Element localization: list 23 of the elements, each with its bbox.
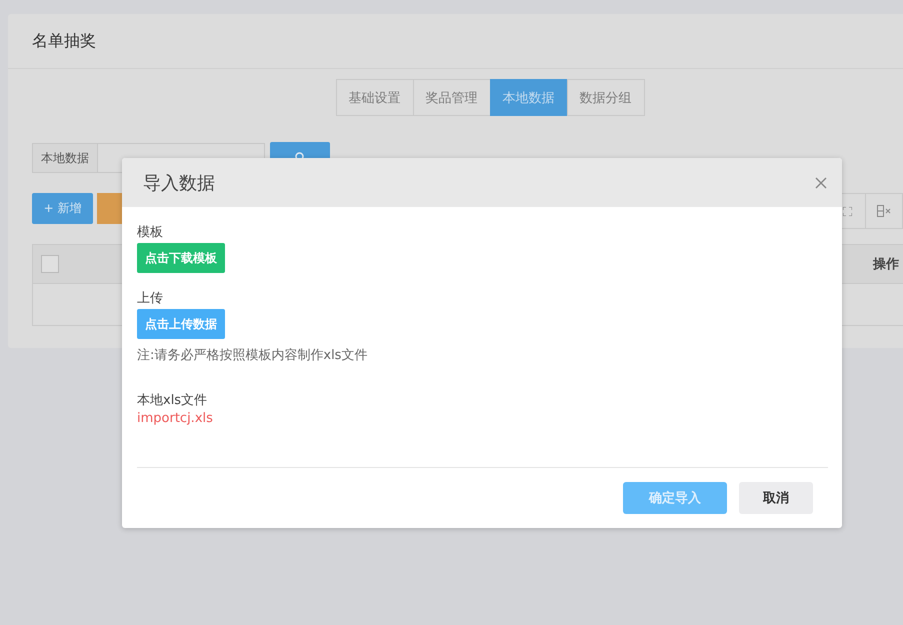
- page-title: 名单抽奖: [8, 14, 903, 69]
- section-label: 上传: [137, 290, 164, 307]
- columns-button[interactable]: [865, 193, 903, 229]
- tab[interactable]: 本地数据: [490, 79, 568, 116]
- tab[interactable]: 奖品管理: [412, 79, 490, 116]
- search-label: 本地数据: [32, 143, 98, 173]
- download-button[interactable]: 点击下载模板: [137, 243, 225, 273]
- upload-button[interactable]: 点击上传数据: [137, 309, 225, 339]
- select-all-checkbox[interactable]: [41, 255, 59, 273]
- dialog-title: 导入数据: [143, 172, 216, 194]
- close-icon: [815, 176, 827, 188]
- file-name: importcj.xls: [137, 411, 214, 426]
- close-button[interactable]: [814, 176, 828, 190]
- note-text: 注:请务必严格按照模板内容制作xls文件: [137, 347, 368, 364]
- tab[interactable]: 数据分组: [566, 79, 644, 116]
- tab[interactable]: 基础设置: [336, 79, 414, 116]
- columns-icon: [877, 205, 891, 217]
- section-label: 模板: [137, 224, 164, 241]
- cancel-button[interactable]: 取消: [739, 482, 813, 514]
- file-label: 本地xls文件: [137, 392, 208, 409]
- add-button[interactable]: + 新增: [32, 193, 93, 224]
- fullscreen-icon: [842, 206, 852, 216]
- column-header: 操作: [873, 256, 900, 273]
